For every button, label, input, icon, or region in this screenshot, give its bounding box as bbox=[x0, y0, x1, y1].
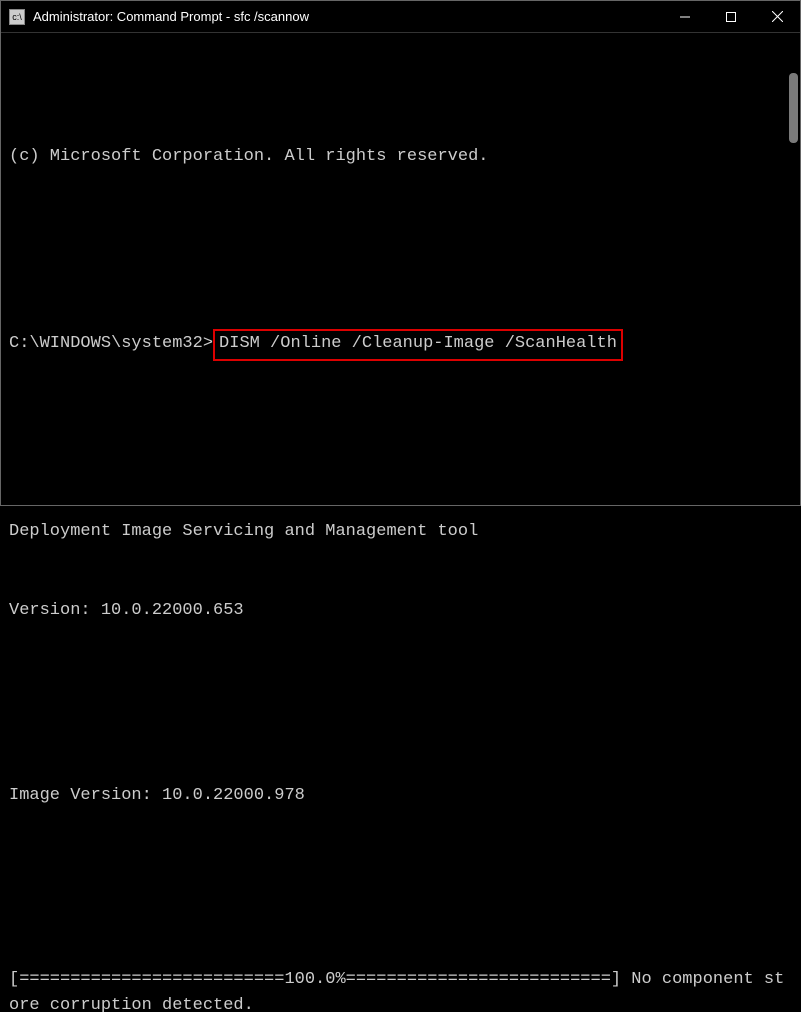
title-bar: c:\ Administrator: Command Prompt - sfc … bbox=[1, 1, 800, 33]
image-version: Image Version: 10.0.22000.978 bbox=[9, 783, 792, 809]
progress-line: [==========================100.0%=======… bbox=[9, 967, 792, 1012]
prompt-prefix: C:\WINDOWS\system32> bbox=[9, 334, 213, 353]
window-title: Administrator: Command Prompt - sfc /sca… bbox=[33, 9, 662, 24]
scrollbar-thumb[interactable] bbox=[789, 73, 798, 143]
blank-line bbox=[9, 223, 792, 249]
window-controls bbox=[662, 1, 800, 32]
blank-line bbox=[9, 414, 792, 440]
prompt-line-1: C:\WINDOWS\system32>DISM /Online /Cleanu… bbox=[9, 329, 792, 361]
terminal-output[interactable]: (c) Microsoft Corporation. All rights re… bbox=[1, 33, 800, 505]
blank-line bbox=[9, 862, 792, 888]
dism-version: Version: 10.0.22000.653 bbox=[9, 598, 792, 624]
copyright-line: (c) Microsoft Corporation. All rights re… bbox=[9, 144, 792, 170]
maximize-button[interactable] bbox=[708, 1, 754, 32]
cmd-icon: c:\ bbox=[9, 9, 25, 25]
dism-header: Deployment Image Servicing and Managemen… bbox=[9, 519, 792, 545]
minimize-button[interactable] bbox=[662, 1, 708, 32]
blank-line bbox=[9, 677, 792, 703]
highlight-dism-command: DISM /Online /Cleanup-Image /ScanHealth bbox=[213, 329, 623, 361]
close-button[interactable] bbox=[754, 1, 800, 32]
